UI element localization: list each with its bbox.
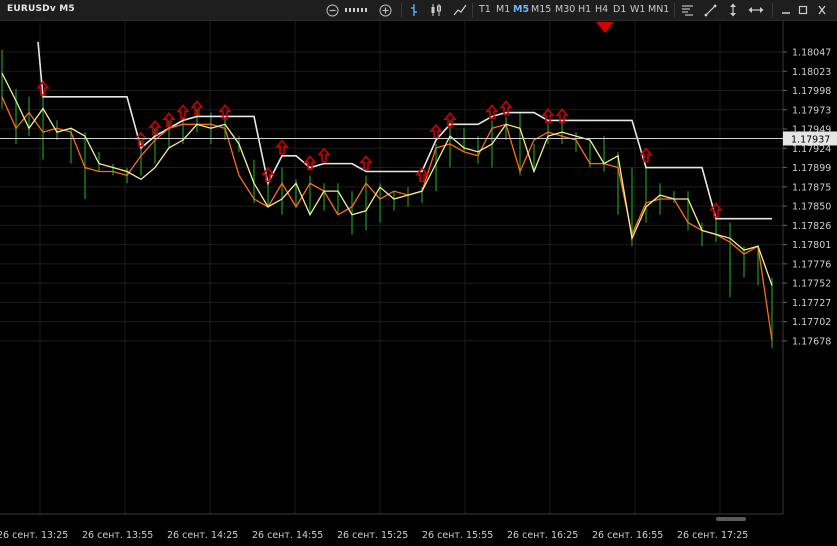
indicator-icon[interactable]: [679, 0, 695, 20]
price-axis[interactable]: 1.18047 1.18023 1.17998 1.17973 1.17949 1.179…: [783, 48, 831, 348]
timeframe-H1[interactable]: H1: [578, 4, 591, 15]
timeframe-T1[interactable]: T1: [479, 4, 491, 15]
zoom-slider[interactable]: [343, 0, 375, 20]
toolbar-divider: [674, 3, 675, 17]
timeframe-M1[interactable]: M1: [496, 4, 510, 15]
step-line-path: [37, 41, 772, 220]
price-tick-label: 1.17875: [792, 182, 831, 193]
chart-symbol-title: EURUSDv M5: [7, 4, 75, 14]
timeframe-M15[interactable]: M15: [531, 4, 551, 15]
signal-up-arrow-icon: [275, 139, 289, 155]
period-marker-triangle-icon: [596, 22, 614, 33]
time-tick-label: 26 сент. 16:55: [592, 530, 663, 541]
signal-up-arrow-icon: [317, 147, 331, 163]
time-tick-label: 26 сент. 17:25: [677, 530, 748, 541]
time-tick-label: 26 сент. 14:25: [167, 530, 238, 541]
signal-up-arrow-icon: [639, 147, 653, 163]
chart-grid: [0, 21, 784, 515]
price-tick-label: 1.17752: [792, 279, 831, 290]
price-tick-label: 1.17801: [792, 240, 831, 251]
minimize-icon[interactable]: [779, 2, 793, 18]
timeframe-H4[interactable]: H4: [595, 4, 608, 15]
price-tick-label: 1.17973: [792, 105, 831, 116]
price-tick-label: 1.17949: [792, 125, 831, 136]
yellow-indicator-line: [1, 72, 773, 286]
timeframe-M5[interactable]: M5: [513, 4, 529, 15]
line-chart-icon[interactable]: [452, 0, 468, 20]
time-tick-label: 26 сент. 15:55: [422, 530, 493, 541]
signal-up-arrow-icon: [176, 104, 190, 120]
trendline-icon[interactable]: [702, 0, 718, 20]
restore-icon[interactable]: [796, 2, 810, 18]
zoom-in-icon[interactable]: [377, 0, 393, 20]
candlestick-icon[interactable]: [429, 0, 443, 20]
time-axis[interactable]: 26 сент. 13:25 26 сент. 13:55 26 сент. 14:…: [0, 517, 748, 541]
toolbar-divider: [472, 3, 473, 17]
price-tick-label: 1.17850: [792, 202, 831, 213]
zoom-out-icon[interactable]: [324, 0, 340, 20]
horizontal-line-icon[interactable]: [747, 0, 765, 20]
price-tick-label: 1.17776: [792, 259, 831, 270]
horizontal-scrollbar: [716, 517, 746, 521]
price-tick-label: 1.17998: [792, 86, 831, 97]
close-icon[interactable]: [815, 2, 829, 18]
price-tick-label: 1.17727: [792, 298, 831, 309]
chart-toolbar: EURUSDv M5 T1 M1 M5 M15 M30 H1 H4 D1 W1 …: [0, 0, 837, 21]
price-bars: [1, 49, 773, 349]
time-tick-label: 26 сент. 13:25: [0, 530, 68, 541]
yellow-line-path: [1, 72, 773, 286]
price-tick-label: 1.17899: [792, 163, 831, 174]
current-price-line: 1.17937: [0, 131, 837, 146]
time-tick-label: 26 сент. 16:25: [507, 530, 578, 541]
toolbar-divider: [401, 3, 402, 17]
orange-indicator-line: [1, 96, 773, 341]
orange-line-path: [1, 96, 773, 341]
price-tick-label: 1.17826: [792, 221, 831, 232]
timeframe-D1[interactable]: D1: [613, 4, 626, 15]
price-tick-label: 1.17678: [792, 336, 831, 347]
timeframe-M30[interactable]: M30: [555, 4, 575, 15]
toolbar-divider: [772, 3, 773, 17]
vertical-line-icon[interactable]: [726, 0, 740, 20]
trading-terminal: { "window": { "title": "EURUSDv M5" }, "…: [0, 0, 837, 546]
price-tick-label: 1.18023: [792, 67, 831, 78]
price-tick-label: 1.17924: [792, 144, 831, 155]
timeframe-W1[interactable]: W1: [630, 4, 645, 15]
time-tick-label: 26 сент. 14:55: [252, 530, 323, 541]
price-chart[interactable]: 1.17937 1.18047 1.18023 1.17998 1.17973 1.17…: [0, 21, 837, 546]
price-tick-label: 1.17702: [792, 317, 831, 328]
bar-chart-icon[interactable]: [407, 0, 421, 20]
step-indicator-line: [37, 41, 772, 220]
period-separator-marker: [596, 22, 614, 33]
timeframe-MN1[interactable]: MN1: [648, 4, 669, 15]
price-tick-label: 1.18047: [792, 48, 831, 59]
time-tick-label: 26 сент. 13:55: [82, 530, 153, 541]
time-tick-label: 26 сент. 15:25: [337, 530, 408, 541]
